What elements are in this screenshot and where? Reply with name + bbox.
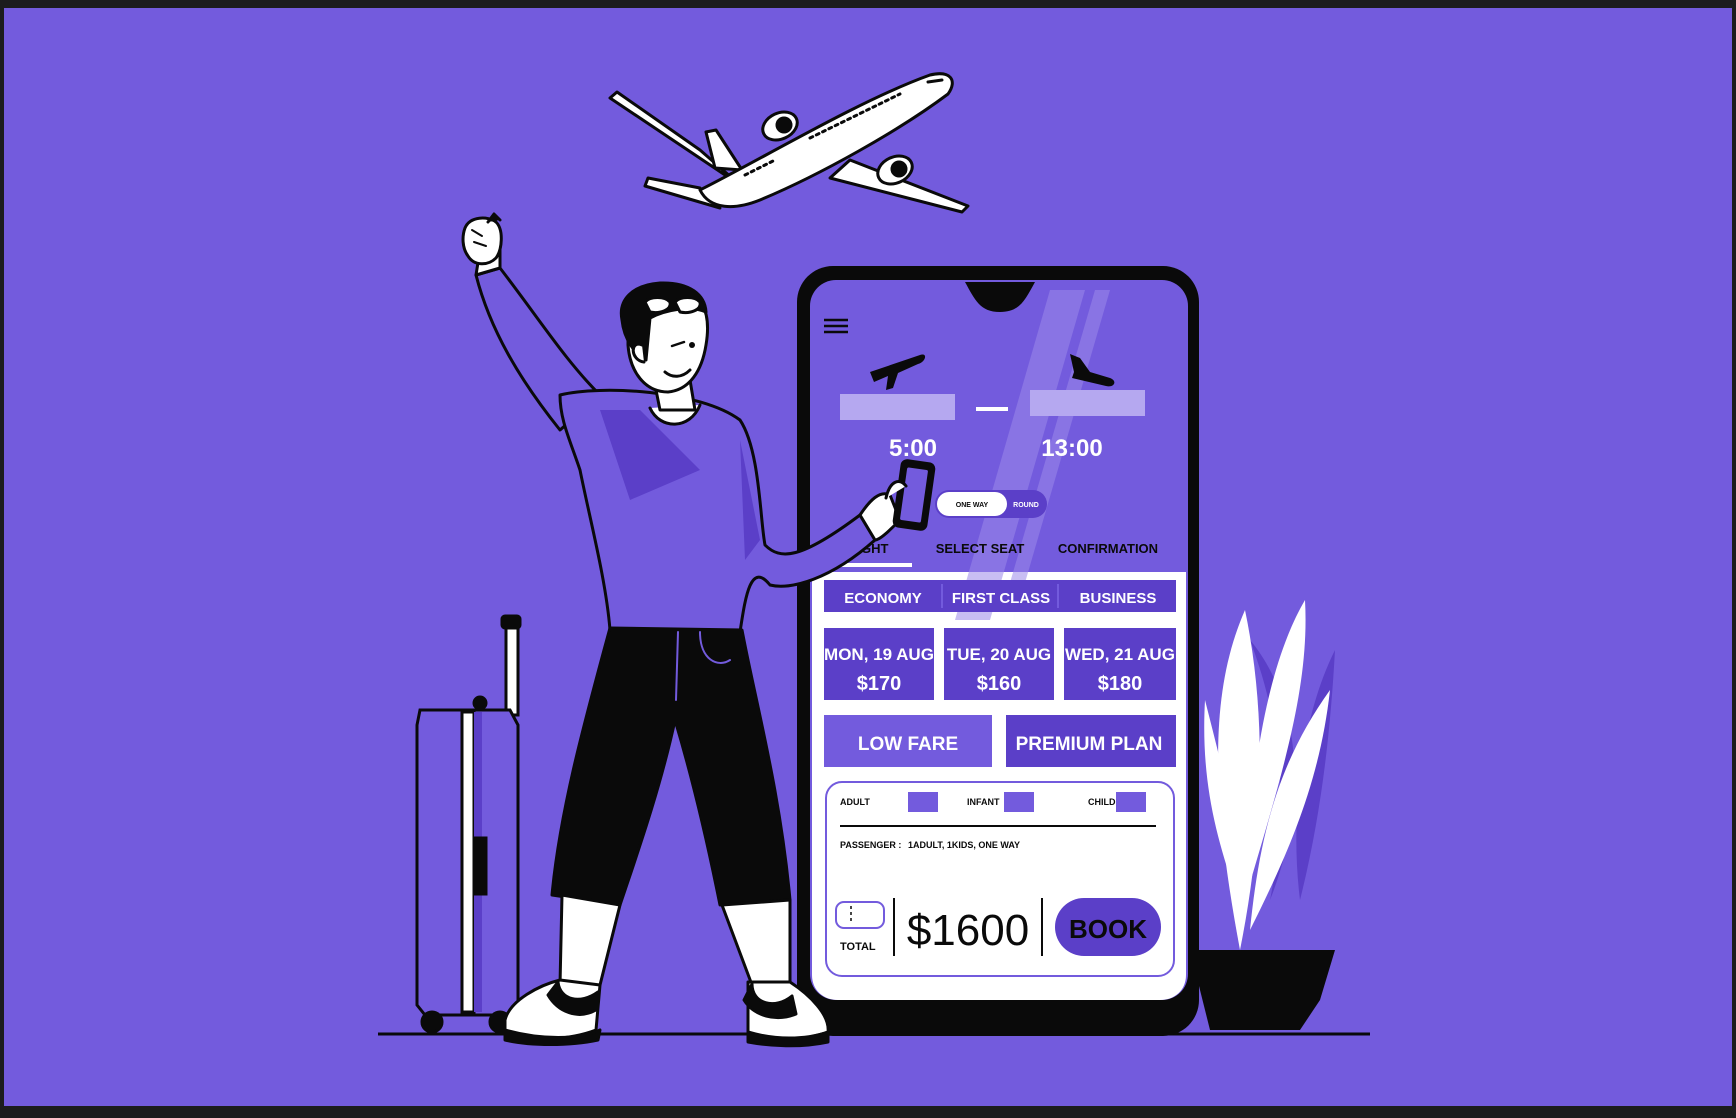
passenger-child-label: CHILD bbox=[1088, 797, 1116, 807]
arrival-time: 13:00 bbox=[1041, 435, 1102, 462]
departure-time: 5:00 bbox=[889, 435, 937, 462]
step-confirmation[interactable]: CONFIRMATION bbox=[1058, 541, 1158, 556]
date-price: $160 bbox=[977, 673, 1022, 695]
infant-count-field[interactable] bbox=[1004, 792, 1034, 812]
total-label: TOTAL bbox=[840, 941, 876, 953]
date-card[interactable]: MON, 19 AUG $170 bbox=[824, 628, 934, 700]
toggle-round[interactable]: ROUND bbox=[1013, 502, 1039, 509]
date-card[interactable]: TUE, 20 AUG $160 bbox=[944, 628, 1054, 700]
passenger-value: 1ADULT, 1KIDS, ONE WAY bbox=[908, 840, 1020, 850]
date-label: TUE, 20 AUG bbox=[947, 645, 1051, 664]
book-button-label: BOOK bbox=[1069, 914, 1147, 944]
arrival-city-field[interactable] bbox=[1030, 390, 1145, 416]
passenger-adult-label: ADULT bbox=[840, 797, 870, 807]
passenger-label: PASSENGER : bbox=[840, 840, 901, 850]
date-label: MON, 19 AUG bbox=[824, 645, 934, 664]
class-business[interactable]: BUSINESS bbox=[1080, 590, 1157, 607]
step-select-seat[interactable]: SELECT SEAT bbox=[936, 541, 1025, 556]
departure-city-field[interactable] bbox=[840, 394, 955, 420]
date-price: $180 bbox=[1098, 673, 1143, 695]
class-economy[interactable]: ECONOMY bbox=[844, 590, 922, 607]
date-price: $170 bbox=[857, 673, 902, 695]
date-card[interactable]: WED, 21 AUG $180 bbox=[1064, 628, 1176, 700]
total-price: $1600 bbox=[907, 906, 1029, 955]
low-fare-label: LOW FARE bbox=[858, 734, 958, 755]
premium-plan-label: PREMIUM PLAN bbox=[1016, 734, 1163, 755]
adult-count-field[interactable] bbox=[908, 792, 938, 812]
illustration: 5:00 13:00 ONE WAY ROUND FLIGHT SELECT S… bbox=[0, 0, 1736, 1118]
ticket-icon bbox=[835, 901, 885, 929]
date-label: WED, 21 AUG bbox=[1065, 645, 1175, 664]
trip-toggle[interactable]: ONE WAY ROUND bbox=[935, 490, 1047, 518]
class-first[interactable]: FIRST CLASS bbox=[952, 590, 1050, 607]
passenger-infant-label: INFANT bbox=[967, 797, 1000, 807]
child-count-field[interactable] bbox=[1116, 792, 1146, 812]
toggle-one-way[interactable]: ONE WAY bbox=[956, 502, 989, 509]
